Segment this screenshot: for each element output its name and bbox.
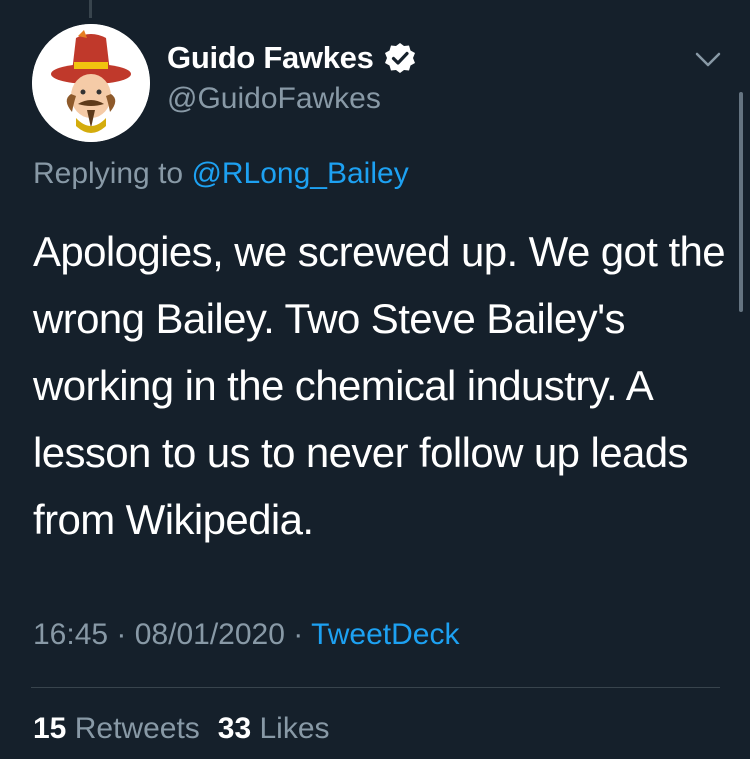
tweet-source-link[interactable]: TweetDeck — [311, 618, 459, 651]
likes-label: Likes — [259, 712, 330, 745]
reply-mention-link[interactable]: @RLong_Bailey — [191, 157, 408, 190]
replying-prefix: Replying to — [33, 157, 184, 190]
retweets-count: 15 — [33, 712, 67, 745]
retweets-label: Retweets — [74, 712, 200, 745]
tweet-text: Apologies, we screwed up. We got the wro… — [33, 228, 726, 543]
divider — [31, 687, 720, 688]
avatar[interactable] — [32, 24, 150, 142]
verified-badge-icon — [384, 42, 416, 74]
meta-separator: · — [293, 618, 304, 651]
retweets-stat[interactable]: 15 Retweets — [33, 712, 200, 745]
author-name-row[interactable]: Guido Fawkes — [167, 40, 416, 76]
thread-connector-line — [89, 0, 92, 18]
chevron-down-icon[interactable] — [693, 50, 723, 70]
scrollbar[interactable] — [739, 92, 743, 312]
tweet-date[interactable]: 08/01/2020 — [135, 618, 285, 651]
replying-to: Replying to @RLong_Bailey — [33, 157, 409, 191]
meta-separator: · — [116, 618, 127, 651]
likes-stat[interactable]: 33 Likes — [218, 712, 330, 745]
tweet-meta: 16:45 · 08/01/2020 · TweetDeck — [33, 618, 459, 652]
tweet-stats: 15 Retweets 33 Likes — [33, 712, 330, 746]
author-handle[interactable]: @GuidoFawkes — [167, 82, 381, 116]
display-name[interactable]: Guido Fawkes — [167, 40, 374, 76]
likes-count: 33 — [217, 712, 252, 745]
guy-fawkes-avatar-icon — [32, 24, 150, 142]
tweet-time[interactable]: 16:45 — [33, 618, 108, 651]
